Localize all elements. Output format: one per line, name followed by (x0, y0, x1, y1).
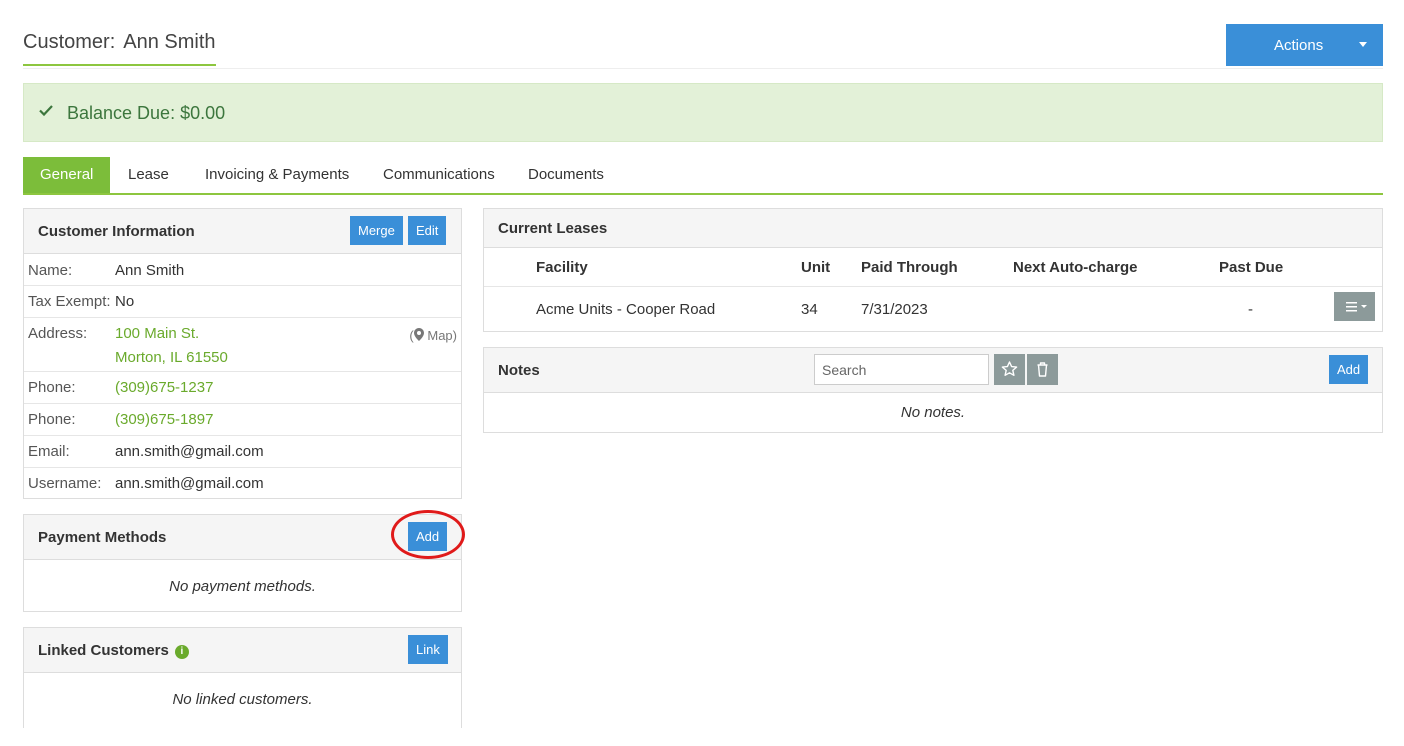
page-title-label: Customer: (23, 31, 116, 53)
notes-title: Notes (498, 362, 540, 379)
info-icon[interactable]: i (174, 645, 189, 659)
facility-cell: Acme Units - Cooper Road (536, 300, 716, 318)
paid-through-cell: 7/31/2023 (861, 300, 928, 318)
table-row[interactable]: Acme Units - Cooper Road 34 7/31/2023 - (484, 287, 1382, 332)
name-value: Ann Smith (115, 262, 185, 279)
leases-header-actions (1304, 248, 1382, 287)
tab-bar: General Lease Invoicing & Payments Commu… (23, 157, 1383, 195)
info-row-tax-exempt: Tax Exempt: No (24, 286, 461, 318)
deleted-filter-button[interactable] (1027, 354, 1058, 385)
column-header-next-autocharge: Next Auto-charge (1013, 248, 1219, 287)
merge-button[interactable]: Merge (350, 216, 403, 245)
current-leases-heading: Current Leases (484, 209, 1382, 248)
page-header: Customer: Ann Smith Actions (23, 24, 1383, 69)
payment-methods-panel: Payment Methods Add No payment methods. (23, 514, 462, 612)
info-row-name: Name: Ann Smith (24, 254, 461, 286)
balance-due-value: $0.00 (180, 103, 226, 123)
info-row-username: Username: ann.smith@gmail.com (24, 468, 461, 499)
info-row-phone-2: Phone: (309)675-1897 (24, 404, 461, 436)
username-value: ann.smith@gmail.com (115, 475, 264, 492)
email-label: Email: (28, 443, 70, 460)
linked-customers-title: Linked Customers i (38, 642, 189, 659)
leases-header-row: Facility Unit Paid Through Next Auto-cha… (484, 248, 1382, 287)
column-header-paid-through: Paid Through (861, 248, 1013, 287)
column-header-facility: Facility (536, 248, 801, 287)
address-label: Address: (28, 325, 88, 342)
customer-name-title: Ann Smith (123, 31, 216, 53)
caret-down-icon (1359, 42, 1367, 47)
leases-header-spacer (484, 248, 536, 287)
row-spacer (484, 287, 536, 332)
balance-due-alert: Balance Due: $0.00 (23, 83, 1383, 142)
info-row-address: Address: 100 Main St. Morton, IL 61550 (… (24, 318, 461, 372)
notes-panel: Notes Add No notes. (483, 347, 1383, 433)
link-customer-button[interactable]: Link (408, 635, 448, 664)
customer-information-panel: Customer Information Merge Edit Name: An… (23, 208, 462, 499)
notes-heading: Notes Add (484, 348, 1382, 393)
edit-button[interactable]: Edit (408, 216, 447, 245)
address-line1-link[interactable]: 100 Main St. (115, 325, 199, 342)
row-menu-button[interactable] (1334, 292, 1375, 321)
payment-methods-heading: Payment Methods Add (24, 515, 461, 560)
info-row-email: Email: ann.smith@gmail.com (24, 436, 461, 468)
tab-communications[interactable]: Communications (366, 157, 512, 193)
past-due-cell: - (1248, 300, 1253, 318)
phone-2-link[interactable]: (309)675-1897 (115, 411, 213, 428)
actions-dropdown-button[interactable]: Actions (1226, 24, 1383, 66)
no-linked-customers-text: No linked customers. (172, 691, 313, 708)
linked-customers-panel: Linked Customers i Link No linked custome… (23, 627, 462, 728)
star-icon (1001, 361, 1018, 376)
actions-label: Actions (1274, 37, 1324, 54)
column-header-past-due: Past Due (1219, 248, 1304, 287)
tax-exempt-label: Tax Exempt: (28, 293, 111, 310)
page-title: Customer: Ann Smith (23, 31, 216, 66)
tab-general[interactable]: General (23, 157, 111, 193)
unit-cell: 34 (801, 300, 818, 318)
map-link[interactable]: ( Map) (409, 328, 457, 343)
map-marker-icon (413, 328, 424, 341)
checkmark-icon (39, 105, 53, 117)
favorite-filter-button[interactable] (994, 354, 1025, 385)
notes-search-input[interactable] (814, 354, 989, 385)
payment-methods-title: Payment Methods (38, 529, 167, 546)
customer-information-title: Customer Information (38, 223, 195, 240)
no-notes-text: No notes. (900, 404, 966, 421)
tax-exempt-value: No (115, 293, 135, 310)
row-actions-cell (1304, 287, 1382, 332)
phone-1-label: Phone: (28, 379, 76, 396)
current-leases-panel: Current Leases Facility Unit Paid Throug… (483, 208, 1383, 332)
map-label: Map (427, 328, 453, 343)
trash-icon (1037, 362, 1048, 377)
linked-customers-title-text: Linked Customers (38, 642, 169, 659)
add-note-button[interactable]: Add (1329, 355, 1369, 384)
current-leases-title: Current Leases (498, 220, 608, 237)
phone-2-label: Phone: (28, 411, 76, 428)
tab-invoicing-payments[interactable]: Invoicing & Payments (188, 157, 366, 193)
linked-customers-heading: Linked Customers i Link (24, 628, 461, 673)
column-header-unit: Unit (801, 248, 861, 287)
customer-information-heading: Customer Information Merge Edit (24, 209, 461, 254)
tab-lease[interactable]: Lease (111, 157, 186, 193)
leases-table: Facility Unit Paid Through Next Auto-cha… (484, 248, 1382, 331)
phone-1-link[interactable]: (309)675-1237 (115, 379, 213, 396)
hamburger-menu-icon (1346, 302, 1367, 312)
no-payment-methods-text: No payment methods. (169, 578, 316, 595)
address-line2-link[interactable]: Morton, IL 61550 (115, 349, 228, 366)
next-autocharge-cell (1013, 287, 1219, 332)
balance-due-label: Balance Due: (67, 103, 176, 123)
info-row-phone-1: Phone: (309)675-1237 (24, 372, 461, 404)
add-payment-method-button[interactable]: Add (408, 522, 448, 551)
name-label: Name: (28, 262, 73, 279)
username-label: Username: (28, 475, 102, 492)
balance-due-text: Balance Due: $0.00 (67, 103, 225, 124)
email-value: ann.smith@gmail.com (115, 443, 264, 460)
tab-documents[interactable]: Documents (511, 157, 621, 193)
